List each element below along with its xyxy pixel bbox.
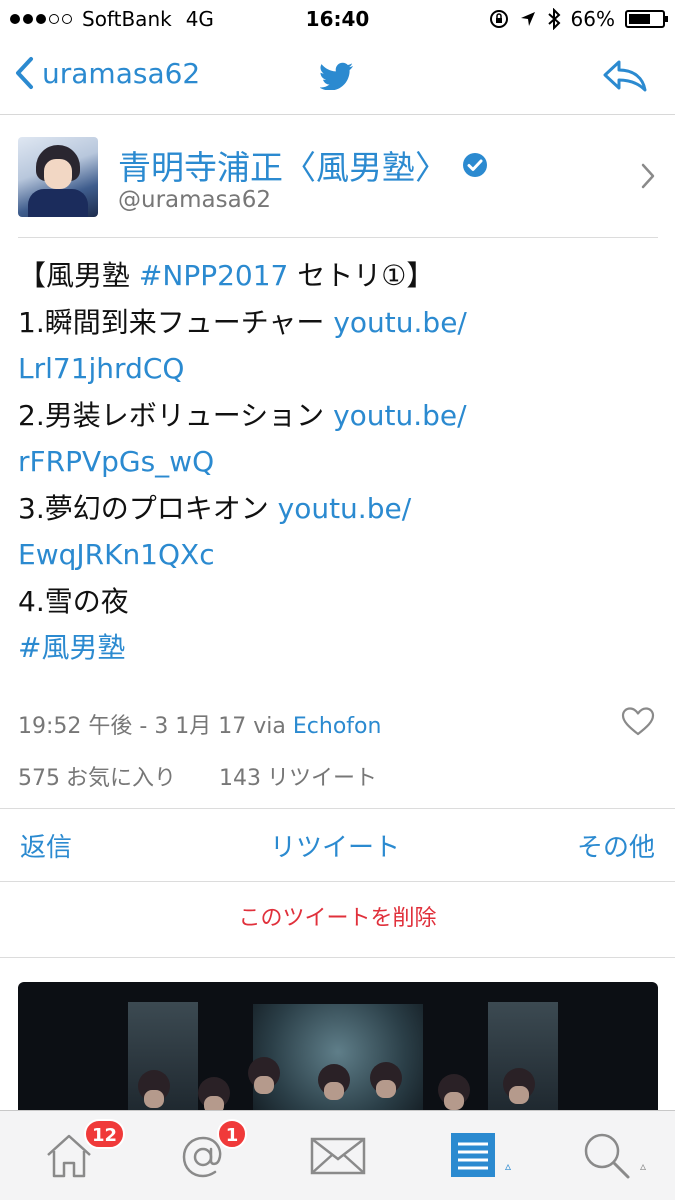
favorites-count: 575 bbox=[18, 766, 60, 791]
tweet-stats: 575 お気に入り 143 リツイート bbox=[18, 760, 377, 792]
heart-icon[interactable] bbox=[621, 706, 655, 736]
retweet-button[interactable]: リツイート bbox=[270, 827, 400, 864]
setlist-link-line: EwqJRKn1QXc bbox=[18, 532, 658, 579]
setlist-title: 2.男装レボリューション bbox=[18, 398, 334, 432]
youtube-link[interactable]: Lrl71jhrdCQ bbox=[18, 352, 184, 385]
avatar[interactable] bbox=[18, 137, 98, 217]
tab-mentions[interactable]: 1 bbox=[135, 1111, 270, 1200]
hashtag-link[interactable]: #NPP2017 bbox=[139, 259, 288, 292]
youtube-link[interactable]: youtu.be/ bbox=[278, 492, 412, 525]
display-name-row: 青明寺浦正〈風男塾〉 bbox=[118, 141, 488, 189]
tweet-text: 【風男塾 #NPP2017 セトリ①】 1.瞬間到来フューチャー youtu.b… bbox=[18, 253, 658, 672]
search-caret-icon: ▵ bbox=[640, 1159, 647, 1173]
status-bar-right: 66% bbox=[489, 7, 668, 31]
mentions-badge: 1 bbox=[217, 1119, 247, 1149]
lists-caret-icon: ▵ bbox=[505, 1159, 512, 1173]
chevron-right-icon[interactable] bbox=[641, 163, 655, 189]
envelope-icon bbox=[310, 1137, 366, 1175]
home-badge: 12 bbox=[84, 1119, 126, 1149]
twitter-bird-icon bbox=[319, 62, 354, 94]
display-name: 青明寺浦正〈風男塾〉 bbox=[118, 148, 448, 187]
youtube-link[interactable]: youtu.be/ bbox=[333, 399, 467, 432]
verified-badge-icon bbox=[463, 153, 487, 177]
tab-messages[interactable] bbox=[270, 1111, 405, 1200]
setlist-title: 3.夢幻のプロキオン bbox=[18, 491, 278, 525]
tab-bar: 12 1 ▵ ▵ bbox=[0, 1110, 675, 1200]
battery-percent: 66% bbox=[570, 7, 615, 31]
client-link[interactable]: Echofon bbox=[293, 714, 382, 739]
youtube-link[interactable]: rFRPVpGs_wQ bbox=[18, 445, 214, 478]
tweet-text-segment: セトリ①】 bbox=[288, 259, 435, 292]
chevron-left-icon bbox=[16, 57, 33, 89]
tab-lists[interactable]: ▵ bbox=[405, 1111, 540, 1200]
setlist-item: 1.瞬間到来フューチャー youtu.be/ bbox=[18, 300, 658, 347]
tweet-detail-screen: SoftBank 4G 16:40 66% uramasa62 青明寺浦正〈風男… bbox=[0, 0, 675, 1200]
tab-home[interactable]: 12 bbox=[0, 1111, 135, 1200]
setlist-link-line: rFRPVpGs_wQ bbox=[18, 439, 658, 486]
more-button[interactable]: その他 bbox=[577, 827, 655, 864]
list-icon bbox=[451, 1133, 495, 1177]
location-icon bbox=[520, 12, 535, 26]
back-label: uramasa62 bbox=[42, 56, 201, 90]
setlist-link-line: Lrl71jhrdCQ bbox=[18, 346, 658, 393]
favorites-stat[interactable]: 575 お気に入り bbox=[18, 766, 176, 791]
battery-icon bbox=[625, 10, 668, 28]
setlist-item: 4.雪の夜 bbox=[18, 584, 129, 618]
bluetooth-icon bbox=[547, 8, 560, 30]
orientation-lock-icon bbox=[489, 10, 508, 28]
tab-search[interactable]: ▵ bbox=[540, 1111, 675, 1200]
profile-header[interactable]: 青明寺浦正〈風男塾〉 @uramasa62 bbox=[0, 115, 675, 237]
hashtag-line: #風男塾 bbox=[18, 625, 658, 672]
status-bar: SoftBank 4G 16:40 66% bbox=[0, 0, 675, 40]
retweets-stat[interactable]: 143 リツイート bbox=[219, 766, 377, 791]
video-thumbnail[interactable] bbox=[18, 982, 658, 1122]
delete-tweet-button[interactable]: このツイートを削除 bbox=[0, 881, 675, 958]
hashtag-link[interactable]: #風男塾 bbox=[18, 631, 125, 664]
reply-button[interactable]: 返信 bbox=[20, 827, 72, 864]
tweet-meta: 19:52 午後 - 3 1月 17 via Echofon bbox=[18, 708, 381, 740]
retweets-count: 143 bbox=[219, 766, 262, 791]
profile-divider bbox=[18, 237, 658, 238]
tweet-line-header: 【風男塾 #NPP2017 セトリ①】 bbox=[18, 253, 658, 300]
setlist-title: 1.瞬間到来フューチャー bbox=[18, 305, 334, 339]
nav-bar: uramasa62 bbox=[0, 40, 675, 115]
search-icon bbox=[584, 1133, 630, 1179]
setlist-item: 2.男装レボリューション youtu.be/ bbox=[18, 393, 658, 440]
youtube-link[interactable]: EwqJRKn1QXc bbox=[18, 538, 215, 571]
reply-icon[interactable] bbox=[601, 58, 649, 98]
favorites-label: お気に入り bbox=[66, 766, 177, 791]
tweet-actions: 返信 リツイート その他 bbox=[0, 808, 675, 882]
user-handle: @uramasa62 bbox=[118, 187, 271, 213]
battery-level-fill bbox=[629, 14, 650, 24]
tweet-datetime: 19:52 午後 - 3 1月 17 via bbox=[18, 714, 293, 739]
retweets-label: リツイート bbox=[267, 766, 378, 791]
youtube-link[interactable]: youtu.be/ bbox=[333, 306, 467, 339]
setlist-item: 3.夢幻のプロキオン youtu.be/ bbox=[18, 486, 658, 533]
back-button[interactable]: uramasa62 bbox=[14, 56, 200, 90]
tweet-text-segment: 【風男塾 bbox=[18, 259, 139, 292]
